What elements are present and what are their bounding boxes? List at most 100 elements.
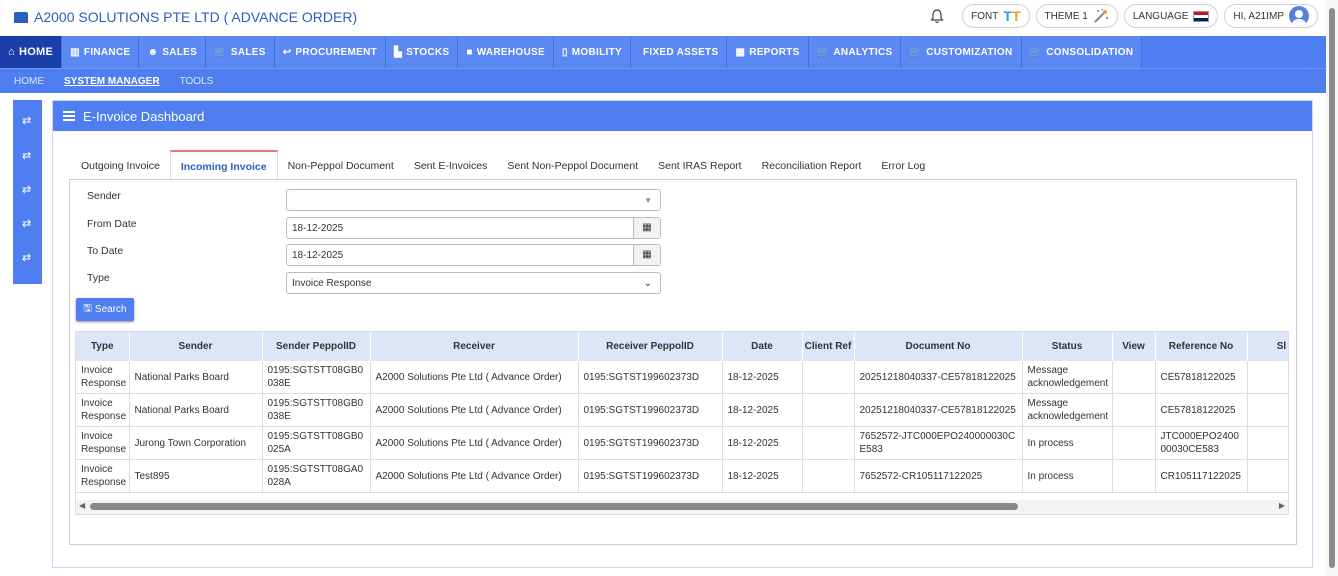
- subnav-tools[interactable]: TOOLS: [180, 76, 214, 87]
- nav-item-procurement[interactable]: ↩ PROCUREMENT: [274, 36, 387, 68]
- column-header[interactable]: Sl: [1247, 332, 1288, 361]
- nav-item-warehouse[interactable]: ■ WAREHOUSE: [458, 36, 554, 68]
- table-cell: Invoice Response: [76, 459, 130, 493]
- table-cell: National Parks Board: [129, 393, 263, 427]
- table-row[interactable]: Invoice Response National Parks Board 0195…: [76, 393, 1288, 427]
- column-header[interactable]: Date: [722, 332, 803, 361]
- nav-icon: 🛒: [909, 46, 923, 58]
- nav-icon: ▥: [70, 46, 80, 58]
- column-header[interactable]: Reference No: [1155, 332, 1248, 361]
- tab-outgoing-invoice[interactable]: Outgoing Invoice: [71, 151, 170, 179]
- nav-label: SALES: [230, 46, 266, 58]
- menu-icon[interactable]: [63, 111, 75, 121]
- nav-label: HOME: [18, 46, 54, 58]
- tab-reconciliation-report[interactable]: Reconciliation Report: [752, 151, 872, 179]
- nav-item-reports[interactable]: ▦ REPORTS: [727, 36, 809, 68]
- column-header[interactable]: Status: [1022, 332, 1113, 361]
- table-cell: CE57818122025: [1155, 361, 1248, 394]
- table-cell: [802, 426, 855, 460]
- company-name: A2000 SOLUTIONS PTE LTD ( ADVANCE ORDER): [34, 9, 358, 25]
- nav-icon: 🛒: [1029, 46, 1043, 58]
- table-row[interactable]: Invoice Response Test895 0195:SGTSTT08GA00…: [76, 459, 1288, 493]
- to-date-input[interactable]: 18-12-2025 ▦: [286, 244, 661, 266]
- font-button[interactable]: FONT TT: [962, 4, 1030, 28]
- table-cell: Jurong Town Corporation: [129, 426, 263, 460]
- language-button[interactable]: LANGUAGE: [1123, 4, 1219, 28]
- sender-select[interactable]: ▼: [286, 189, 661, 211]
- table-cell: Invoice Response: [76, 426, 130, 460]
- swap-icon[interactable]: ⇄: [22, 183, 31, 196]
- vertical-scrollbar[interactable]: [1326, 0, 1338, 576]
- table-cell: 20251218040337-CE57818122025: [854, 393, 1023, 427]
- nav-icon: 🛒: [816, 46, 830, 58]
- table-row[interactable]: Invoice Response National Parks Board 0195…: [76, 361, 1288, 394]
- table-cell: [1247, 361, 1288, 394]
- nav-label: SALES: [162, 46, 198, 58]
- table-cell: Message acknowledgement: [1022, 393, 1113, 427]
- tab-incoming-invoice[interactable]: Incoming Invoice: [169, 150, 278, 179]
- nav-label: WAREHOUSE: [476, 46, 545, 58]
- tab-sent-e-invoices[interactable]: Sent E-Invoices: [404, 151, 498, 179]
- theme-button[interactable]: THEME 1: [1035, 4, 1118, 28]
- nav-item-analytics[interactable]: 🛒 ANALYTICS: [808, 36, 902, 68]
- nav-item-sales[interactable]: 🛒 SALES: [206, 36, 275, 68]
- nav-item-customization[interactable]: 🛒 CUSTOMIZATION: [901, 36, 1022, 68]
- search-button[interactable]: 🖫 Search: [76, 298, 134, 321]
- scroll-right-icon[interactable]: ▶: [1279, 501, 1285, 510]
- nav-item-fixed-assets[interactable]: FIXED ASSETS: [630, 36, 728, 68]
- nav-item-consolidation[interactable]: 🛒 CONSOLIDATION: [1021, 36, 1143, 68]
- table-cell: 0195:SGTSTT08GB0038E: [262, 393, 371, 427]
- table-cell: [1247, 459, 1288, 493]
- column-header[interactable]: Type: [76, 332, 130, 361]
- sub-nav: HOME SYSTEM MANAGER TOOLS: [0, 68, 1326, 93]
- subnav-home[interactable]: HOME: [14, 76, 44, 87]
- swap-icon[interactable]: ⇄: [22, 251, 31, 264]
- tab-error-log[interactable]: Error Log: [871, 151, 935, 179]
- scroll-thumb[interactable]: [90, 503, 1018, 510]
- nav-item-stocks[interactable]: ▙ STOCKS: [386, 36, 459, 68]
- column-header[interactable]: Document No: [854, 332, 1023, 361]
- nav-item-mobility[interactable]: ▯ MOBILITY: [553, 36, 631, 68]
- nav-label: ANALYTICS: [833, 46, 893, 58]
- table-cell: 0195:SGTSTT08GB0025A: [262, 426, 371, 460]
- scroll-thumb[interactable]: [1329, 8, 1335, 568]
- column-header[interactable]: View: [1112, 332, 1156, 361]
- calendar-icon[interactable]: ▦: [633, 218, 660, 238]
- nav-item-home[interactable]: ⌂ HOME: [0, 36, 63, 68]
- font-icon: TT: [1003, 8, 1021, 24]
- table-row[interactable]: Invoice Response Jurong Town Corporation 0…: [76, 426, 1288, 460]
- tab-non-peppol-document[interactable]: Non-Peppol Document: [278, 151, 404, 179]
- nav-label: PROCUREMENT: [295, 46, 378, 58]
- nav-item-sales[interactable]: ☻ SALES: [139, 36, 207, 68]
- tab-bar: Outgoing Invoice Incoming Invoice Non-Pe…: [71, 150, 935, 179]
- nav-icon: 🛒: [214, 46, 227, 58]
- swap-icon[interactable]: ⇄: [22, 114, 31, 127]
- tab-sent-iras-report[interactable]: Sent IRAS Report: [648, 151, 751, 179]
- table-cell: 0195:SGTST199602373D: [578, 361, 723, 394]
- calendar-icon[interactable]: ▦: [633, 245, 660, 265]
- subnav-system-manager[interactable]: SYSTEM MANAGER: [64, 76, 160, 87]
- tab-sent-non-peppol-document[interactable]: Sent Non-Peppol Document: [497, 151, 648, 179]
- column-header[interactable]: Client Ref: [802, 332, 855, 361]
- swap-icon[interactable]: ⇄: [22, 149, 31, 162]
- uk-flag-icon: [1193, 10, 1210, 22]
- chevron-down-icon: ⌄: [643, 278, 652, 289]
- column-header[interactable]: Receiver PeppolID: [578, 332, 723, 361]
- nav-icon: ⌂: [8, 46, 15, 58]
- column-header[interactable]: Sender: [129, 332, 263, 361]
- nav-item-finance[interactable]: ▥ FINANCE: [62, 36, 140, 68]
- scroll-left-icon[interactable]: ◀: [79, 501, 85, 510]
- from-date-input[interactable]: 18-12-2025 ▦: [286, 217, 661, 239]
- horizontal-scrollbar[interactable]: ◀ ▶: [76, 500, 1288, 514]
- column-header[interactable]: Receiver: [370, 332, 579, 361]
- type-select[interactable]: Invoice Response ⌄: [286, 272, 661, 294]
- nav-label: FINANCE: [83, 46, 131, 58]
- column-header[interactable]: Sender PeppolID: [262, 332, 371, 361]
- bell-icon[interactable]: [926, 5, 948, 27]
- table-cell: Invoice Response: [76, 393, 130, 427]
- swap-icon[interactable]: ⇄: [22, 217, 31, 230]
- table-cell: In process: [1022, 459, 1113, 493]
- table-cell: [1247, 426, 1288, 460]
- from-date-label: From Date: [87, 218, 137, 230]
- user-menu-button[interactable]: HI, A21IMP: [1224, 4, 1318, 28]
